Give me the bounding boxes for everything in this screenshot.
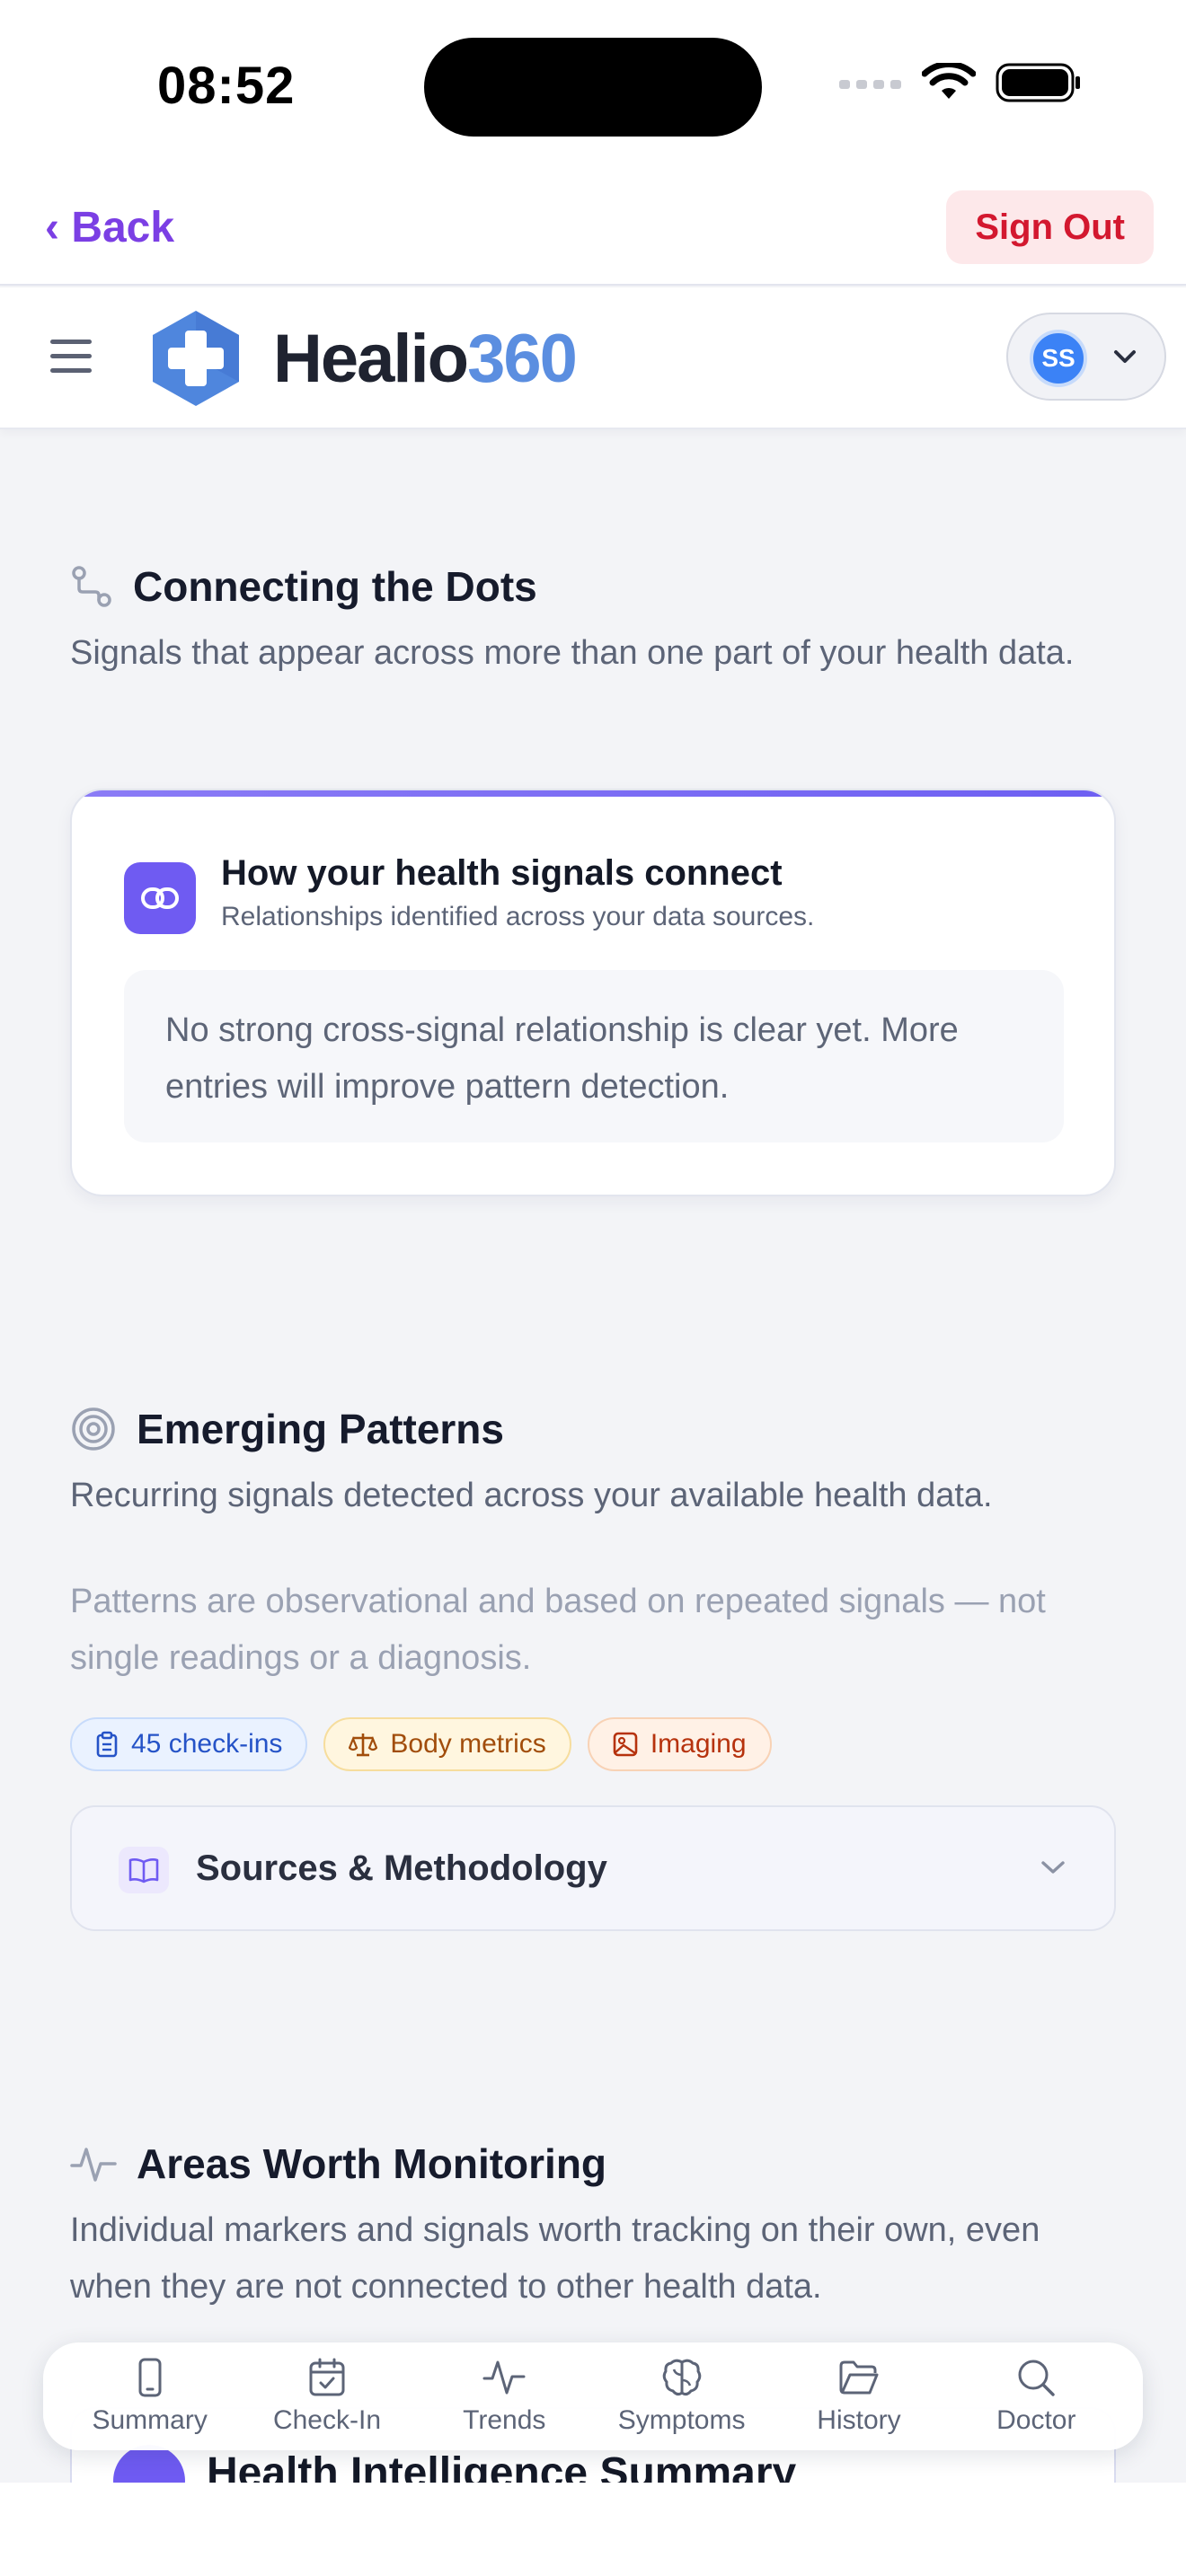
chip-checkins: 45 check-ins bbox=[70, 1717, 308, 1771]
monitoring-title: Areas Worth Monitoring bbox=[137, 2140, 607, 2187]
dynamic-island bbox=[424, 38, 762, 137]
brand-name-part1: Healio bbox=[273, 321, 469, 397]
app-header: Healio360 SS bbox=[0, 287, 1186, 429]
clipboard-icon bbox=[96, 1731, 118, 1758]
sources-methodology-accordion[interactable]: Sources & Methodology bbox=[70, 1805, 1116, 1931]
chevron-down-icon bbox=[1041, 1861, 1065, 1874]
brain-icon bbox=[662, 2359, 701, 2396]
navigation-bar: ‹ Back Sign Out bbox=[0, 171, 1186, 286]
calendar-check-icon bbox=[309, 2358, 345, 2396]
status-time: 08:52 bbox=[157, 57, 296, 115]
route-icon bbox=[72, 566, 111, 607]
card-subtitle: Relationships identified across your dat… bbox=[221, 902, 815, 931]
chip-checkins-label: 45 check-ins bbox=[131, 1729, 283, 1759]
nav-history-label: History bbox=[817, 2405, 901, 2435]
signal-connections-card: How your health signals connect Relation… bbox=[70, 789, 1116, 1196]
home-indicator-area bbox=[0, 2483, 1186, 2576]
data-source-chips: 45 check-ins Body metrics Imaging bbox=[70, 1717, 772, 1771]
nav-symptoms[interactable]: Symptoms bbox=[601, 2357, 763, 2436]
card-accent-line bbox=[72, 790, 1114, 797]
link-icon bbox=[124, 862, 196, 934]
signal-icon bbox=[839, 80, 901, 89]
accordion-label: Sources & Methodology bbox=[196, 1848, 607, 1888]
chip-imaging-label: Imaging bbox=[650, 1729, 747, 1759]
scale-icon bbox=[349, 1734, 378, 1757]
bottom-navigation: Summary Check-In Trends Symptoms History… bbox=[43, 2342, 1143, 2450]
book-icon bbox=[119, 1847, 169, 1893]
menu-icon[interactable] bbox=[50, 340, 92, 374]
avatar: SS bbox=[1030, 330, 1087, 387]
nav-trends-label: Trends bbox=[463, 2405, 546, 2435]
nav-summary-label: Summary bbox=[92, 2405, 208, 2435]
monitoring-header: Areas Worth Monitoring bbox=[70, 2139, 606, 2188]
nav-doctor[interactable]: Doctor bbox=[955, 2357, 1117, 2436]
chevron-down-icon bbox=[1114, 350, 1136, 363]
nav-doctor-label: Doctor bbox=[996, 2405, 1076, 2435]
brand-name: Healio360 bbox=[273, 320, 578, 398]
image-icon bbox=[613, 1732, 638, 1757]
status-bar: 08:52 bbox=[0, 0, 1186, 171]
brand-name-part2: 360 bbox=[467, 321, 578, 397]
pulse-icon bbox=[482, 2360, 526, 2395]
nav-check-in-label: Check-In bbox=[272, 2405, 381, 2435]
status-icons bbox=[839, 63, 1082, 102]
chip-body-metrics-label: Body metrics bbox=[390, 1729, 546, 1759]
connecting-subtitle: Signals that appear across more than one… bbox=[70, 634, 1075, 672]
card-title: How your health signals connect bbox=[221, 853, 783, 893]
wifi-icon bbox=[922, 63, 976, 99]
monitoring-subtitle: Individual markers and signals worth tra… bbox=[70, 2211, 1040, 2306]
battery-icon bbox=[996, 63, 1080, 102]
pulse-icon bbox=[70, 2148, 117, 2182]
nav-summary[interactable]: Summary bbox=[69, 2357, 231, 2436]
logo-cross-icon bbox=[153, 311, 239, 406]
chip-body-metrics: Body metrics bbox=[323, 1717, 571, 1771]
user-menu-button[interactable]: SS bbox=[1006, 313, 1166, 401]
emerging-subtitle: Recurring signals detected across your a… bbox=[70, 1477, 993, 1514]
screen: 08:52 ‹ Back Sign Out Healio360 SS Conne… bbox=[0, 0, 1186, 2576]
empty-state-message: No strong cross-signal relationship is c… bbox=[124, 970, 1064, 1142]
chip-imaging: Imaging bbox=[587, 1717, 772, 1771]
nav-check-in[interactable]: Check-In bbox=[246, 2357, 408, 2436]
phone-icon bbox=[138, 2358, 162, 2397]
search-icon bbox=[1018, 2360, 1055, 2396]
emerging-header: Emerging Patterns bbox=[70, 1405, 504, 1453]
nav-history[interactable]: History bbox=[778, 2357, 940, 2436]
target-icon bbox=[72, 1407, 115, 1451]
back-button[interactable]: ‹ Back bbox=[45, 203, 174, 252]
connecting-header: Connecting the Dots bbox=[70, 562, 537, 611]
connecting-title: Connecting the Dots bbox=[133, 563, 537, 610]
nav-trends[interactable]: Trends bbox=[423, 2357, 585, 2436]
sign-out-button[interactable]: Sign Out bbox=[946, 190, 1154, 264]
emerging-title: Emerging Patterns bbox=[137, 1406, 504, 1452]
folder-icon bbox=[839, 2360, 879, 2395]
emerging-note: Patterns are observational and based on … bbox=[70, 1583, 1046, 1677]
nav-symptoms-label: Symptoms bbox=[617, 2405, 746, 2435]
